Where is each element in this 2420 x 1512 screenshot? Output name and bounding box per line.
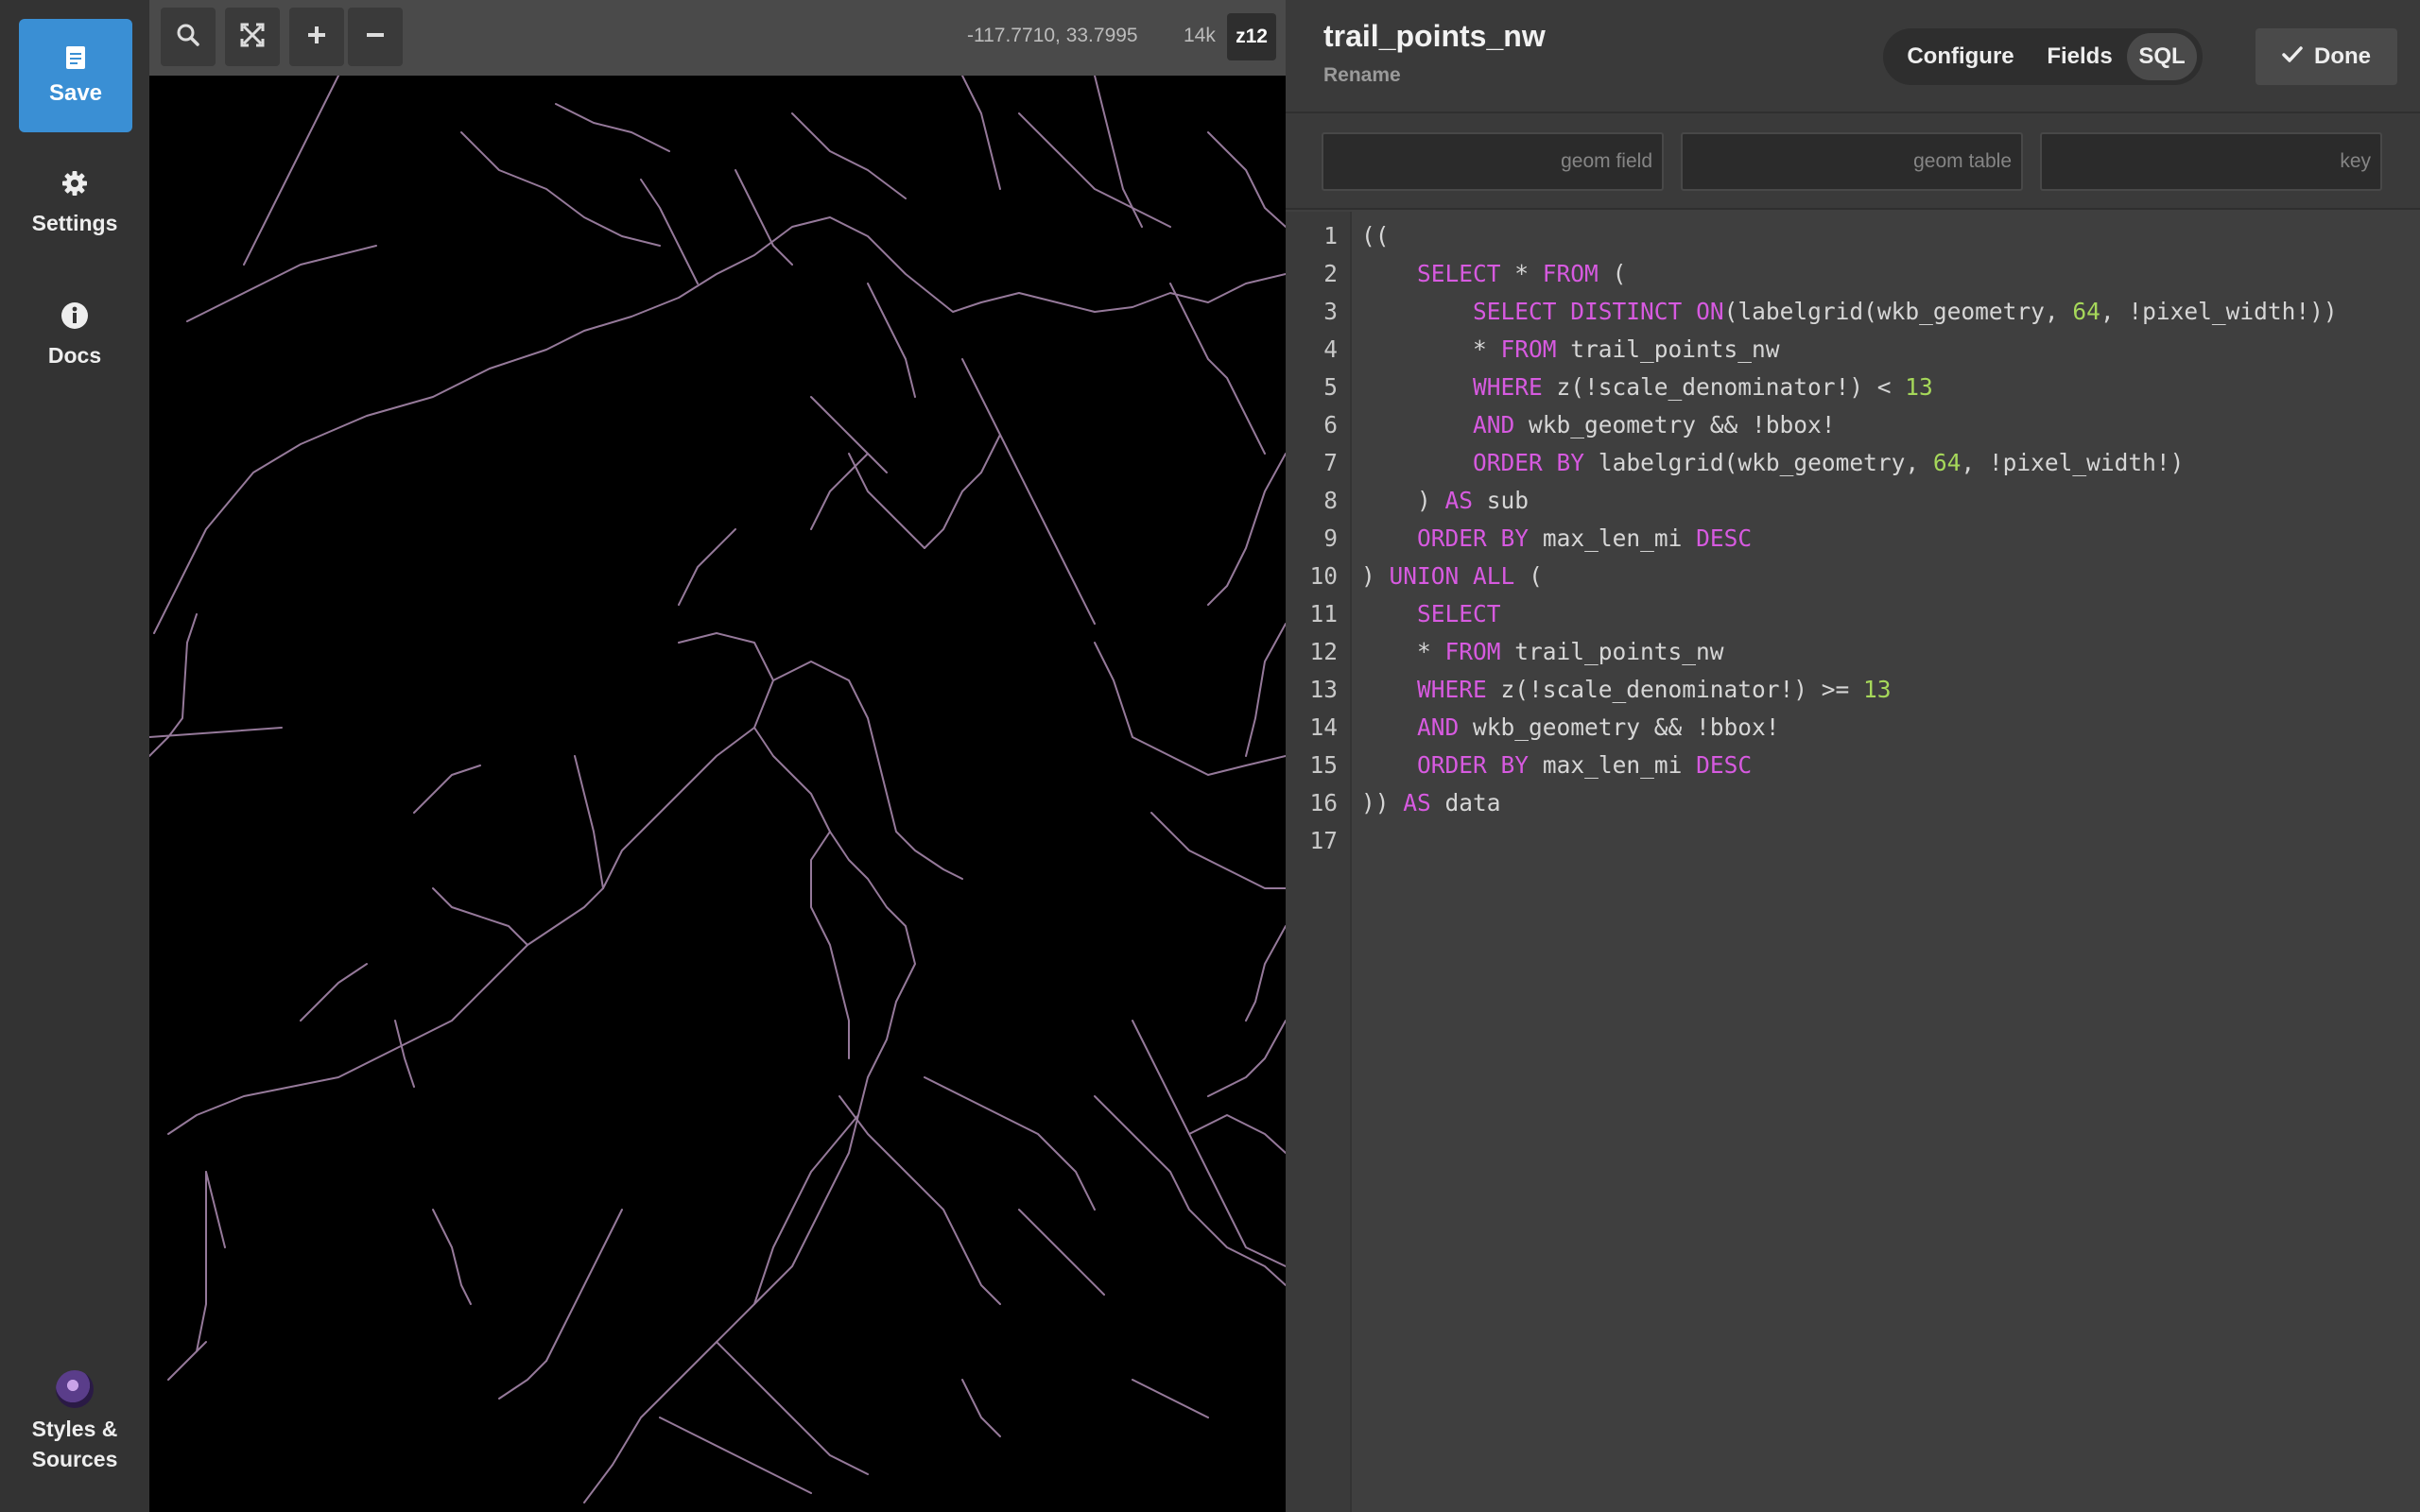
- line-number: 8: [1323, 487, 1338, 514]
- zoom-level-badge: z12: [1227, 13, 1276, 60]
- search-button[interactable]: [161, 8, 216, 66]
- line-number: 16: [1309, 789, 1338, 816]
- line-number: 1: [1323, 222, 1338, 249]
- avatar: [56, 1370, 94, 1408]
- info-icon: [60, 301, 89, 335]
- panel-header: trail_points_nw Rename Configure Fields …: [1286, 0, 2420, 113]
- layer-editor-panel: trail_points_nw Rename Configure Fields …: [1286, 0, 2420, 1512]
- rename-link[interactable]: Rename: [1323, 64, 1401, 87]
- code-line[interactable]: 9 ORDER BY max_len_mi DESC: [1286, 520, 2420, 558]
- code-text[interactable]: AND wkb_geometry && !bbox!: [1361, 406, 1836, 444]
- code-text[interactable]: SELECT: [1361, 595, 1501, 633]
- line-number: 11: [1309, 600, 1338, 627]
- code-text[interactable]: ORDER BY max_len_mi DESC: [1361, 520, 1752, 558]
- sql-editor[interactable]: 1((2 SELECT * FROM (3 SELECT DISTINCT ON…: [1286, 212, 2420, 1512]
- code-line[interactable]: 14 AND wkb_geometry && !bbox!: [1286, 709, 2420, 747]
- code-text[interactable]: * FROM trail_points_nw: [1361, 633, 1724, 671]
- checkmark-icon: [2282, 43, 2303, 70]
- done-button[interactable]: Done: [2256, 28, 2397, 85]
- line-number: 4: [1323, 335, 1338, 363]
- code-text[interactable]: ) AS sub: [1361, 482, 1529, 520]
- code-text[interactable]: ) UNION ALL (: [1361, 558, 1543, 595]
- code-line[interactable]: 6 AND wkb_geometry && !bbox!: [1286, 406, 2420, 444]
- gear-icon: [60, 169, 89, 202]
- save-label: Save: [48, 79, 103, 106]
- code-text[interactable]: WHERE z(!scale_denominator!) < 13: [1361, 369, 1933, 406]
- minus-icon: [365, 25, 386, 50]
- code-line[interactable]: 5 WHERE z(!scale_denominator!) < 13: [1286, 369, 2420, 406]
- code-line[interactable]: 15 ORDER BY max_len_mi DESC: [1286, 747, 2420, 784]
- code-text[interactable]: ORDER BY max_len_mi DESC: [1361, 747, 1752, 784]
- code-line[interactable]: 3 SELECT DISTINCT ON(labelgrid(wkb_geome…: [1286, 293, 2420, 331]
- line-number: 5: [1323, 373, 1338, 401]
- map-toolbar: -117.7710, 33.7995 14k z12: [149, 0, 1286, 76]
- code-text[interactable]: )) AS data: [1361, 784, 1501, 822]
- save-button[interactable]: Save: [19, 19, 132, 132]
- geom-field-input[interactable]: [1322, 132, 1664, 191]
- done-label: Done: [2314, 43, 2371, 69]
- geometry-fields-row: [1286, 113, 2420, 210]
- tab-configure[interactable]: Configure: [1889, 33, 2032, 80]
- code-text[interactable]: * FROM trail_points_nw: [1361, 331, 1780, 369]
- key-input[interactable]: [2040, 132, 2382, 191]
- styles-label: Styles & Sources: [31, 1417, 118, 1471]
- settings-label: Settings: [31, 210, 118, 235]
- trail-lines-layer: [149, 76, 1286, 1503]
- line-number: 17: [1309, 827, 1338, 854]
- line-number: 15: [1309, 751, 1338, 779]
- styles-sources-button[interactable]: Styles & Sources: [0, 1351, 149, 1493]
- geom-table-input[interactable]: [1681, 132, 2023, 191]
- coordinate-readout: -117.7710, 33.7995: [967, 25, 1138, 46]
- line-number: 12: [1309, 638, 1338, 665]
- docs-button[interactable]: Docs: [0, 284, 149, 387]
- search-icon: [176, 23, 200, 52]
- expand-icon: [240, 23, 265, 52]
- line-number: 2: [1323, 260, 1338, 287]
- code-line[interactable]: 13 WHERE z(!scale_denominator!) >= 13: [1286, 671, 2420, 709]
- line-number: 14: [1309, 713, 1338, 741]
- code-line[interactable]: 1 ((: [1286, 217, 2420, 255]
- zoom-out-button[interactable]: [348, 8, 403, 66]
- line-number: 9: [1323, 524, 1338, 552]
- code-line[interactable]: 10 ) UNION ALL (: [1286, 558, 2420, 595]
- zoom-in-button[interactable]: [289, 8, 344, 66]
- code-text[interactable]: ((: [1361, 217, 1390, 255]
- code-line[interactable]: 4 * FROM trail_points_nw: [1286, 331, 2420, 369]
- code-line[interactable]: 12 * FROM trail_points_nw: [1286, 633, 2420, 671]
- code-line[interactable]: 7 ORDER BY labelgrid(wkb_geometry, 64, !…: [1286, 444, 2420, 482]
- code-line[interactable]: 17: [1286, 822, 2420, 860]
- tab-fields[interactable]: Fields: [2034, 33, 2125, 80]
- line-number: 10: [1309, 562, 1338, 590]
- line-number: 13: [1309, 676, 1338, 703]
- code-text[interactable]: SELECT * FROM (: [1361, 255, 1626, 293]
- code-text[interactable]: ORDER BY labelgrid(wkb_geometry, 64, !pi…: [1361, 444, 2184, 482]
- code-line[interactable]: 16 )) AS data: [1286, 784, 2420, 822]
- map-view[interactable]: -117.7710, 33.7995 14k z12: [149, 0, 1286, 1512]
- document-icon: [65, 45, 86, 75]
- code-line[interactable]: 2 SELECT * FROM (: [1286, 255, 2420, 293]
- code-text[interactable]: WHERE z(!scale_denominator!) >= 13: [1361, 671, 1892, 709]
- tab-group: Configure Fields SQL: [1883, 28, 2203, 85]
- fullscreen-button[interactable]: [225, 8, 280, 66]
- code-text[interactable]: AND wkb_geometry && !bbox!: [1361, 709, 1780, 747]
- scale-readout: 14k: [1184, 25, 1216, 46]
- layer-title: trail_points_nw: [1323, 19, 1546, 53]
- tab-sql[interactable]: SQL: [2127, 33, 2197, 80]
- line-number: 7: [1323, 449, 1338, 476]
- docs-label: Docs: [47, 342, 102, 368]
- line-number: 3: [1323, 298, 1338, 325]
- plus-icon: [306, 25, 327, 50]
- left-nav: Save Settings Docs Styles & Sources: [0, 0, 149, 1512]
- code-text[interactable]: SELECT DISTINCT ON(labelgrid(wkb_geometr…: [1361, 293, 2338, 331]
- code-line[interactable]: 11 SELECT: [1286, 595, 2420, 633]
- sql-code[interactable]: 1((2 SELECT * FROM (3 SELECT DISTINCT ON…: [1286, 217, 2420, 860]
- settings-button[interactable]: Settings: [0, 151, 149, 255]
- line-number: 6: [1323, 411, 1338, 438]
- code-line[interactable]: 8 ) AS sub: [1286, 482, 2420, 520]
